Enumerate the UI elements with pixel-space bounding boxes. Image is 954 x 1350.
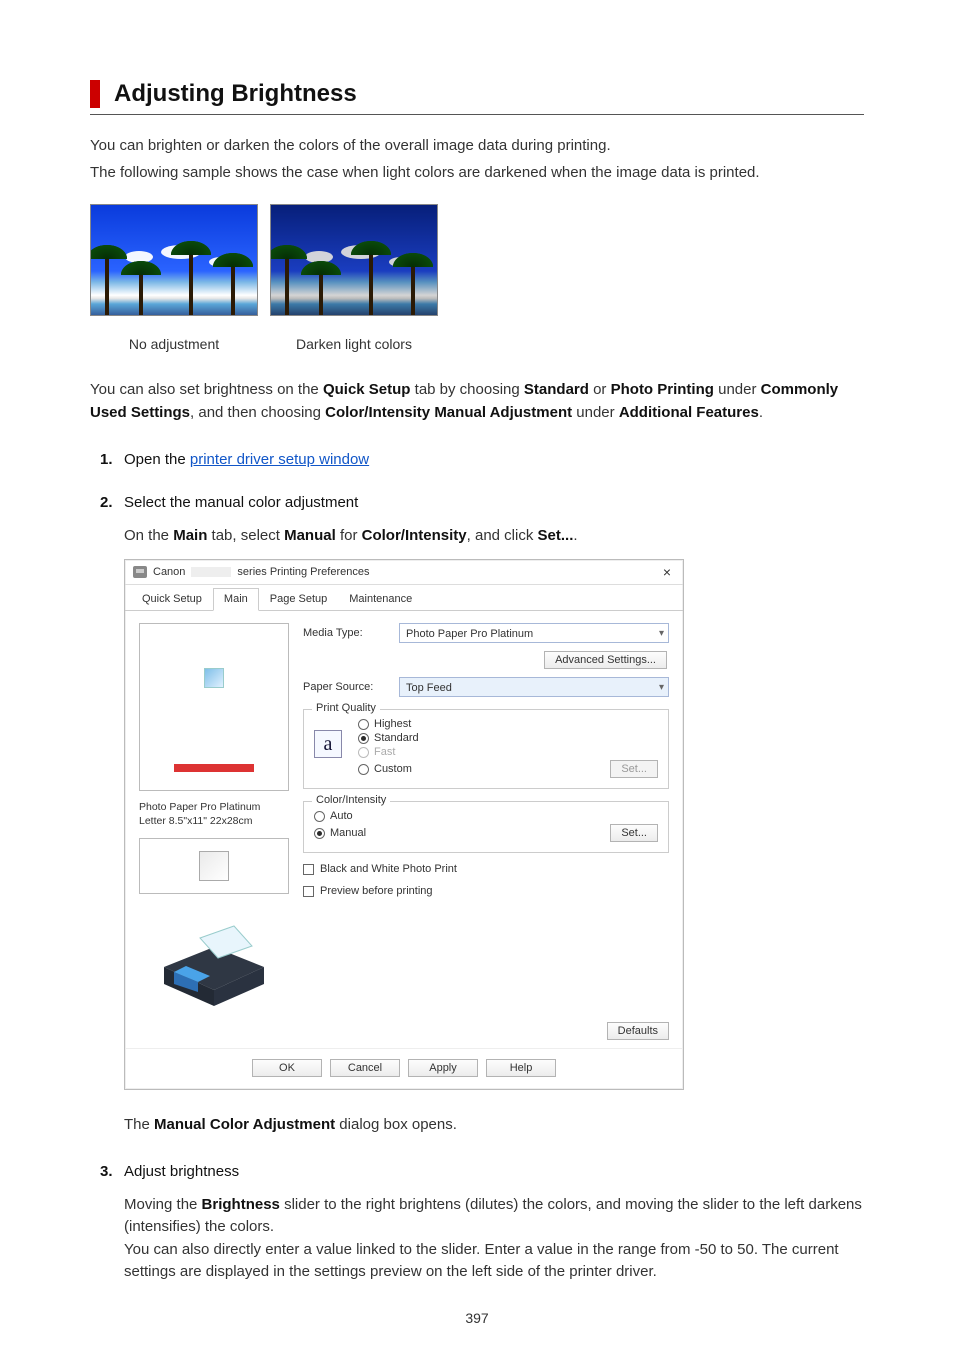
preview-label: Preview before printing xyxy=(320,885,433,897)
ok-button[interactable]: OK xyxy=(252,1059,322,1077)
paper-label: Photo Paper Pro Platinum Letter 8.5"x11"… xyxy=(139,801,289,828)
step-1-number: 1. xyxy=(100,451,113,468)
color-preview xyxy=(139,838,289,894)
label-media-type: Media Type: xyxy=(303,627,391,639)
quality-sample-icon: a xyxy=(314,730,342,758)
close-icon[interactable]: × xyxy=(659,565,675,579)
paper-source-select[interactable]: Top Feed xyxy=(399,677,669,697)
step-1-lead: Open the xyxy=(124,451,190,468)
page-preview xyxy=(139,623,289,791)
tab-page-setup[interactable]: Page Setup xyxy=(259,588,339,611)
title-rule xyxy=(90,114,864,115)
ci-manual-radio[interactable] xyxy=(314,828,325,839)
quality-fast-radio xyxy=(358,747,369,758)
printing-preferences-dialog: Canon series Printing Preferences × Quic… xyxy=(124,559,684,1090)
color-intensity-legend: Color/Intensity xyxy=(312,794,390,806)
advanced-settings-button[interactable]: Advanced Settings... xyxy=(544,651,667,669)
step-3-para: Moving the Brightness slider to the righ… xyxy=(124,1194,864,1284)
tab-maintenance[interactable]: Maintenance xyxy=(338,588,423,611)
dialog-title-suffix: series Printing Preferences xyxy=(237,566,369,578)
cancel-button[interactable]: Cancel xyxy=(330,1059,400,1077)
dialog-title-model-placeholder xyxy=(191,567,231,577)
ci-set-button[interactable]: Set... xyxy=(610,824,658,842)
quality-custom-radio[interactable] xyxy=(358,764,369,775)
sample-no-adjustment xyxy=(90,204,258,316)
sample-images: No adjustment Darken light colors xyxy=(90,204,864,352)
media-type-select[interactable]: Photo Paper Pro Platinum xyxy=(399,623,669,643)
step-2-number: 2. xyxy=(100,494,113,511)
help-button[interactable]: Help xyxy=(486,1059,556,1077)
defaults-button[interactable]: Defaults xyxy=(607,1022,669,1040)
apply-button[interactable]: Apply xyxy=(408,1059,478,1077)
step-2-heading: Select the manual color adjustment xyxy=(124,494,864,511)
ci-auto-radio[interactable] xyxy=(314,811,325,822)
page-number: 397 xyxy=(0,1310,954,1326)
quality-set-button: Set... xyxy=(610,760,658,778)
intro-line-2: The following sample shows the case when… xyxy=(90,162,864,185)
step-2-sub: On the Main tab, select Manual for Color… xyxy=(124,525,864,548)
bw-print-label: Black and White Photo Print xyxy=(320,863,457,875)
tab-quick-setup[interactable]: Quick Setup xyxy=(131,588,213,611)
printer-icon xyxy=(133,566,147,578)
intro-line-1: You can brighten or darken the colors of… xyxy=(90,135,864,158)
print-quality-group: Print Quality a Highest Standard Fast xyxy=(303,709,669,789)
label-paper-source: Paper Source: xyxy=(303,681,391,693)
sample-darkened xyxy=(270,204,438,316)
caption-darkened: Darken light colors xyxy=(296,336,412,352)
step-3-number: 3. xyxy=(100,1163,113,1180)
bw-print-checkbox[interactable] xyxy=(303,864,314,875)
dialog-title-prefix: Canon xyxy=(153,566,185,578)
caption-no-adjustment: No adjustment xyxy=(129,336,219,352)
quality-standard-radio[interactable] xyxy=(358,733,369,744)
step-3-heading: Adjust brightness xyxy=(124,1163,864,1180)
quality-highest-radio[interactable] xyxy=(358,719,369,730)
also-set-paragraph: You can also set brightness on the Quick… xyxy=(90,378,864,425)
step-2-after: The Manual Color Adjustment dialog box o… xyxy=(124,1114,864,1137)
tab-main[interactable]: Main xyxy=(213,588,259,611)
print-quality-legend: Print Quality xyxy=(312,702,380,714)
printer-driver-setup-link[interactable]: printer driver setup window xyxy=(190,451,369,468)
preview-checkbox[interactable] xyxy=(303,886,314,897)
page-title: Adjusting Brightness xyxy=(114,80,864,108)
color-intensity-group: Color/Intensity Auto Manual Set... xyxy=(303,801,669,853)
printer-3d-icon xyxy=(139,904,289,1014)
